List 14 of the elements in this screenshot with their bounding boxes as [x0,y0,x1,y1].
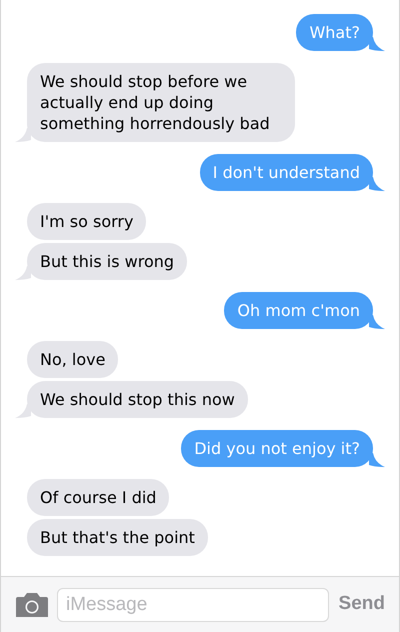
message-bubble: I'm so sorry [27,203,146,240]
message-bubble: Of course I did [27,479,170,516]
message-input-field[interactable]: iMessage [57,588,329,622]
message-bubble: But that's the point [27,519,208,556]
message-bubble: No, love [27,341,118,378]
camera-icon[interactable] [16,592,48,616]
send-button[interactable]: Send [338,590,385,619]
message-bubble: What? [296,14,373,51]
message-bubble: We should stop before we actually end up doing something horrendously bad [27,63,295,142]
message-bubble: We should stop this now [27,381,248,418]
message-bubble: Did you not enjoy it? [181,430,373,467]
message-bubble: I don't understand [200,154,373,191]
message-bubble: Oh mom c'mon [224,292,373,329]
message-bubble: But this is wrong [27,243,188,280]
